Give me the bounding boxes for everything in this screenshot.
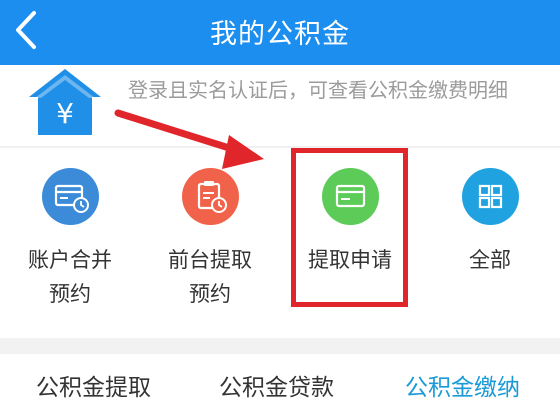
service-grid: 账户合并 预约 前台提取 预约 提取申请 全部	[0, 148, 560, 330]
tab-loan[interactable]: 公积金贷款	[219, 368, 334, 402]
service-label: 前台提取	[168, 248, 252, 272]
tab-withdraw[interactable]: 公积金提取	[36, 368, 151, 402]
service-label: 账户合并	[28, 248, 112, 272]
app-header: 我的公积金	[0, 0, 560, 65]
house-fund-icon: ¥	[26, 67, 104, 139]
service-account-merge[interactable]: 账户合并 预约	[0, 148, 140, 330]
service-label: 预约	[49, 282, 91, 306]
bottom-tabs: 公积金提取 公积金贷款 公积金缴纳	[0, 354, 560, 412]
service-counter-withdraw[interactable]: 前台提取 预约	[140, 148, 280, 330]
service-label: 预约	[189, 282, 231, 306]
service-label: 全部	[469, 248, 511, 272]
login-banner[interactable]: ¥ 登录且实名认证后，可查看公积金缴费明细	[0, 65, 560, 145]
tab-payment[interactable]: 公积金缴纳	[405, 368, 520, 402]
house-symbol: ¥	[56, 97, 74, 130]
account-card-icon	[42, 168, 99, 225]
login-hint: 登录且实名认证后，可查看公积金缴费明细	[128, 78, 508, 102]
service-all[interactable]: 全部	[420, 148, 560, 330]
grid-icon	[462, 168, 519, 225]
page-title: 我的公积金	[210, 19, 350, 50]
section-gap	[0, 338, 560, 354]
highlight-box	[291, 148, 408, 307]
clipboard-clock-icon	[182, 168, 239, 225]
